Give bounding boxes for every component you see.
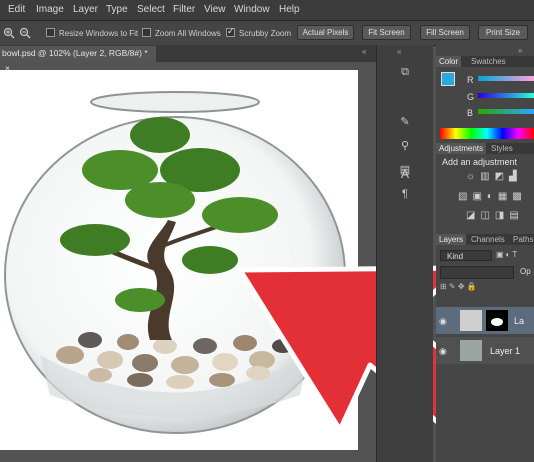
right-panels: » Color Swatches R G B Adjustments Style… [436,45,534,462]
green-channel-label: G [467,92,475,102]
tab-layers[interactable]: Layers [436,234,467,245]
tab-swatches[interactable]: Swatches [468,56,509,67]
paragraph-panel-icon[interactable]: ¶ [377,185,433,203]
character-panel-icon[interactable]: A [377,165,433,183]
adjustment-icons-row-2[interactable]: ▧▣◐▦▩ [458,191,534,203]
add-adjustment-label: Add an adjustment [442,157,518,167]
adjustment-icons-row-3[interactable]: ◪◫◨▤ [466,210,534,222]
tab-styles[interactable]: Styles [488,143,516,154]
foreground-color-swatch[interactable] [441,72,455,86]
tab-adjustments[interactable]: Adjustments [436,143,487,154]
layer-thumbnail [460,340,482,361]
tab-channels[interactable]: Channels [468,234,508,245]
layers-panel-tabs: Layers Channels Paths [436,234,534,245]
layer-row-layer-1[interactable]: ◉ Layer 1 [436,337,534,364]
layer-name: La [514,316,525,326]
tab-paths[interactable]: Paths [510,234,534,245]
expand-panels-icon[interactable]: » [518,46,522,55]
collapse-dock-icon[interactable]: « [397,47,401,56]
lock-icons[interactable]: ⊞ ✎ ✥ 🔒 [440,282,534,294]
adjustments-panel-tabs: Adjustments Styles [436,143,534,154]
adjustment-icons-row-1[interactable]: ☼▥◩▟ [466,171,534,183]
color-spectrum-bar[interactable] [440,128,534,139]
color-panel-tabs: Color Swatches [436,56,534,67]
red-slider[interactable] [478,76,534,81]
kind-label: Kind [447,252,464,261]
tab-color[interactable]: Color [436,56,462,67]
blend-mode-dropdown[interactable] [440,266,514,279]
visibility-eye-icon[interactable]: ◉ [439,346,447,357]
green-slider[interactable] [478,93,534,98]
layer-thumbnail [460,310,482,331]
layer-row-layer-2[interactable]: ◉ La [436,307,534,334]
red-channel-label: R [467,75,474,85]
brush-panel-icon[interactable]: ✎ [377,113,433,131]
opacity-label: Op [520,267,531,276]
layer-filter-kind-dropdown[interactable]: Kind [440,250,492,261]
clone-source-icon[interactable]: ⚲ [377,137,433,155]
layer-filter-icons[interactable]: ▣◐T [496,250,534,261]
blue-channel-label: B [467,108,474,118]
layer-name: Layer 1 [490,346,521,356]
layer-mask-thumbnail [486,310,508,331]
blue-slider[interactable] [478,109,534,114]
visibility-eye-icon[interactable]: ◉ [439,316,447,327]
history-panel-icon[interactable]: ⧉ [377,63,433,81]
panel-dock-icons: « ⧉ ✎ ⚲ ▤ A ¶ [376,45,433,462]
